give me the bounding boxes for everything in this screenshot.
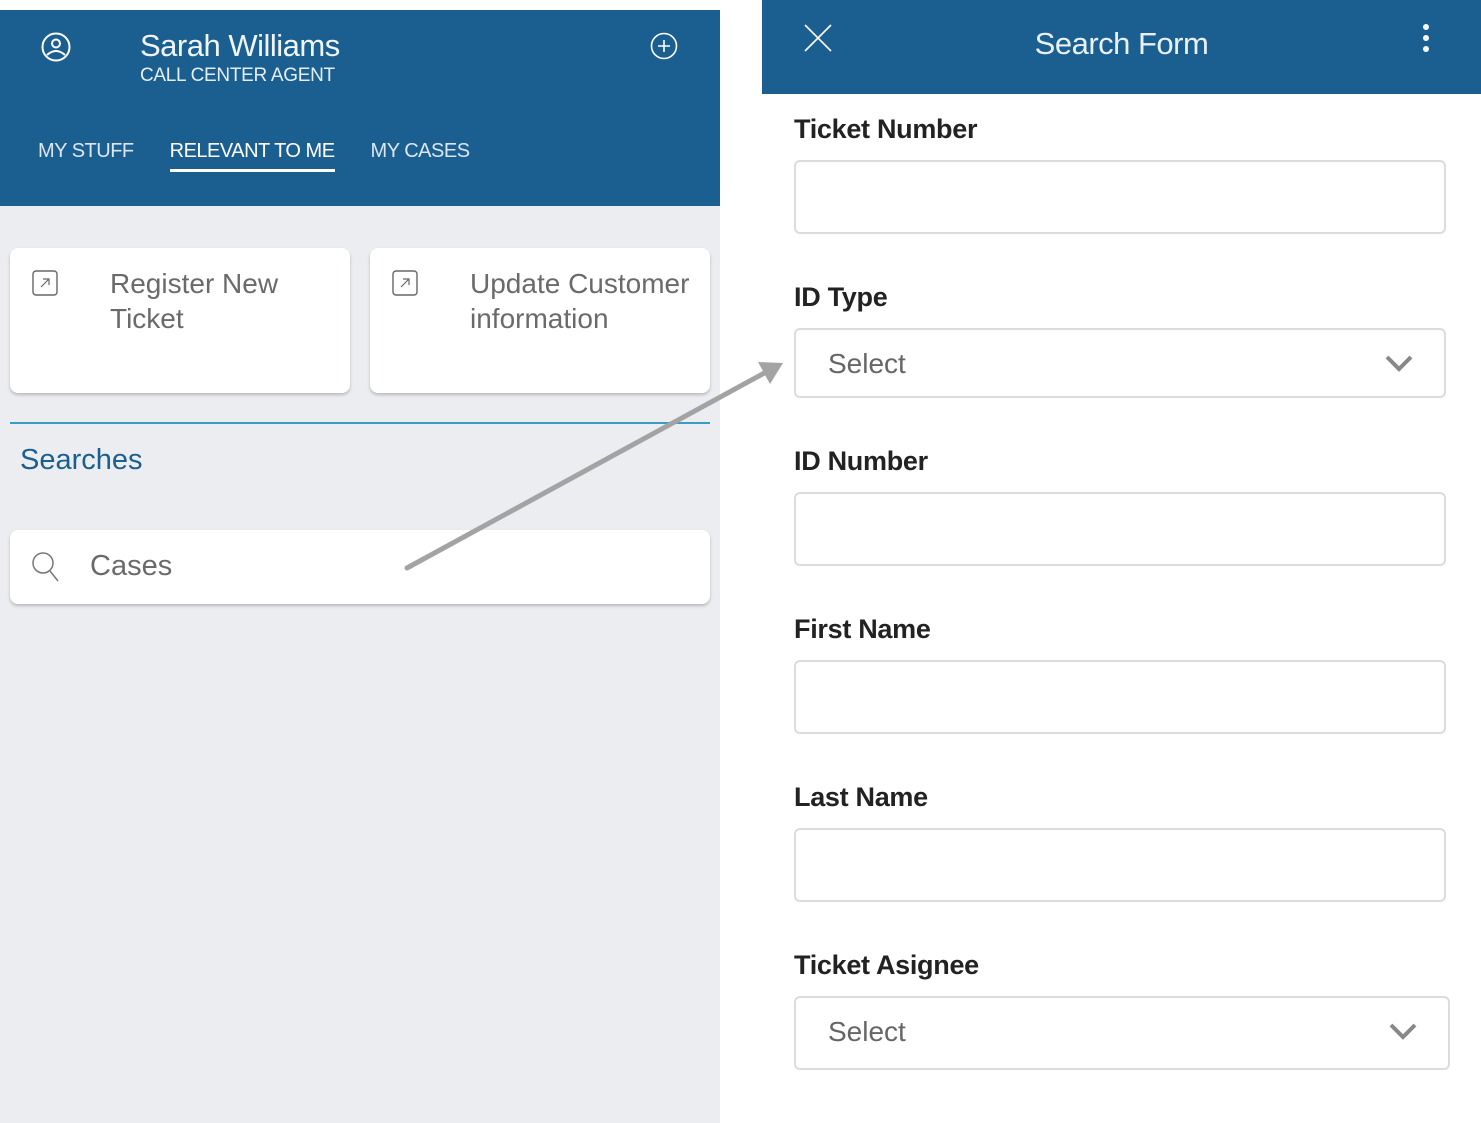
section-divider: [10, 422, 710, 424]
tab-my-stuff[interactable]: MY STUFF: [38, 140, 134, 172]
more-vertical-icon[interactable]: [1414, 22, 1438, 56]
plus-circle-icon[interactable]: [650, 32, 678, 60]
action-card-label: Update Customer information: [470, 268, 690, 334]
id-number-label: ID Number: [794, 446, 928, 476]
last-name-input[interactable]: [794, 828, 1446, 902]
section-title-searches: Searches: [20, 444, 143, 476]
tab-my-cases[interactable]: MY CASES: [371, 140, 471, 172]
ticket-number-label: Ticket Number: [794, 114, 978, 144]
id-number-input[interactable]: [794, 492, 1446, 566]
first-name-input[interactable]: [794, 660, 1446, 734]
external-link-icon: [392, 270, 418, 296]
search-icon: [32, 552, 59, 582]
action-card-register-ticket[interactable]: Register New Ticket: [10, 248, 350, 393]
chevron-down-icon: [1385, 355, 1413, 372]
last-name-label: Last Name: [794, 782, 928, 812]
action-card-update-customer[interactable]: Update Customer information: [370, 248, 710, 393]
home-tabs: MY STUFF RELEVANT TO ME MY CASES: [38, 140, 506, 172]
user-name: Sarah Williams: [140, 28, 340, 63]
search-item-cases[interactable]: Cases: [10, 530, 710, 604]
search-item-label: Cases: [90, 550, 173, 582]
id-type-label: ID Type: [794, 282, 888, 312]
first-name-label: First Name: [794, 614, 931, 644]
home-header: Sarah Williams CALL CENTER AGENT MY STUF…: [0, 10, 720, 206]
search-form-panel: Search Form Ticket Number ID Type Select…: [762, 0, 1481, 1123]
ticket-assignee-value: Select: [828, 1016, 906, 1047]
user-role: CALL CENTER AGENT: [140, 65, 335, 86]
id-type-value: Select: [828, 348, 906, 379]
home-panel: Sarah Williams CALL CENTER AGENT MY STUF…: [0, 10, 720, 1123]
search-form-header: Search Form: [762, 0, 1481, 94]
action-card-label: Register New Ticket: [110, 268, 279, 334]
tab-relevant-to-me[interactable]: RELEVANT TO ME: [169, 140, 335, 172]
ticket-assignee-label: Ticket Asignee: [794, 950, 979, 980]
chevron-down-icon: [1389, 1023, 1417, 1040]
ticket-assignee-select[interactable]: Select: [794, 996, 1450, 1070]
external-link-icon: [32, 270, 58, 296]
page-title: Search Form: [1034, 26, 1209, 61]
ticket-number-input[interactable]: [794, 160, 1446, 234]
user-circle-icon[interactable]: [40, 31, 72, 63]
id-type-select[interactable]: Select: [794, 328, 1446, 398]
